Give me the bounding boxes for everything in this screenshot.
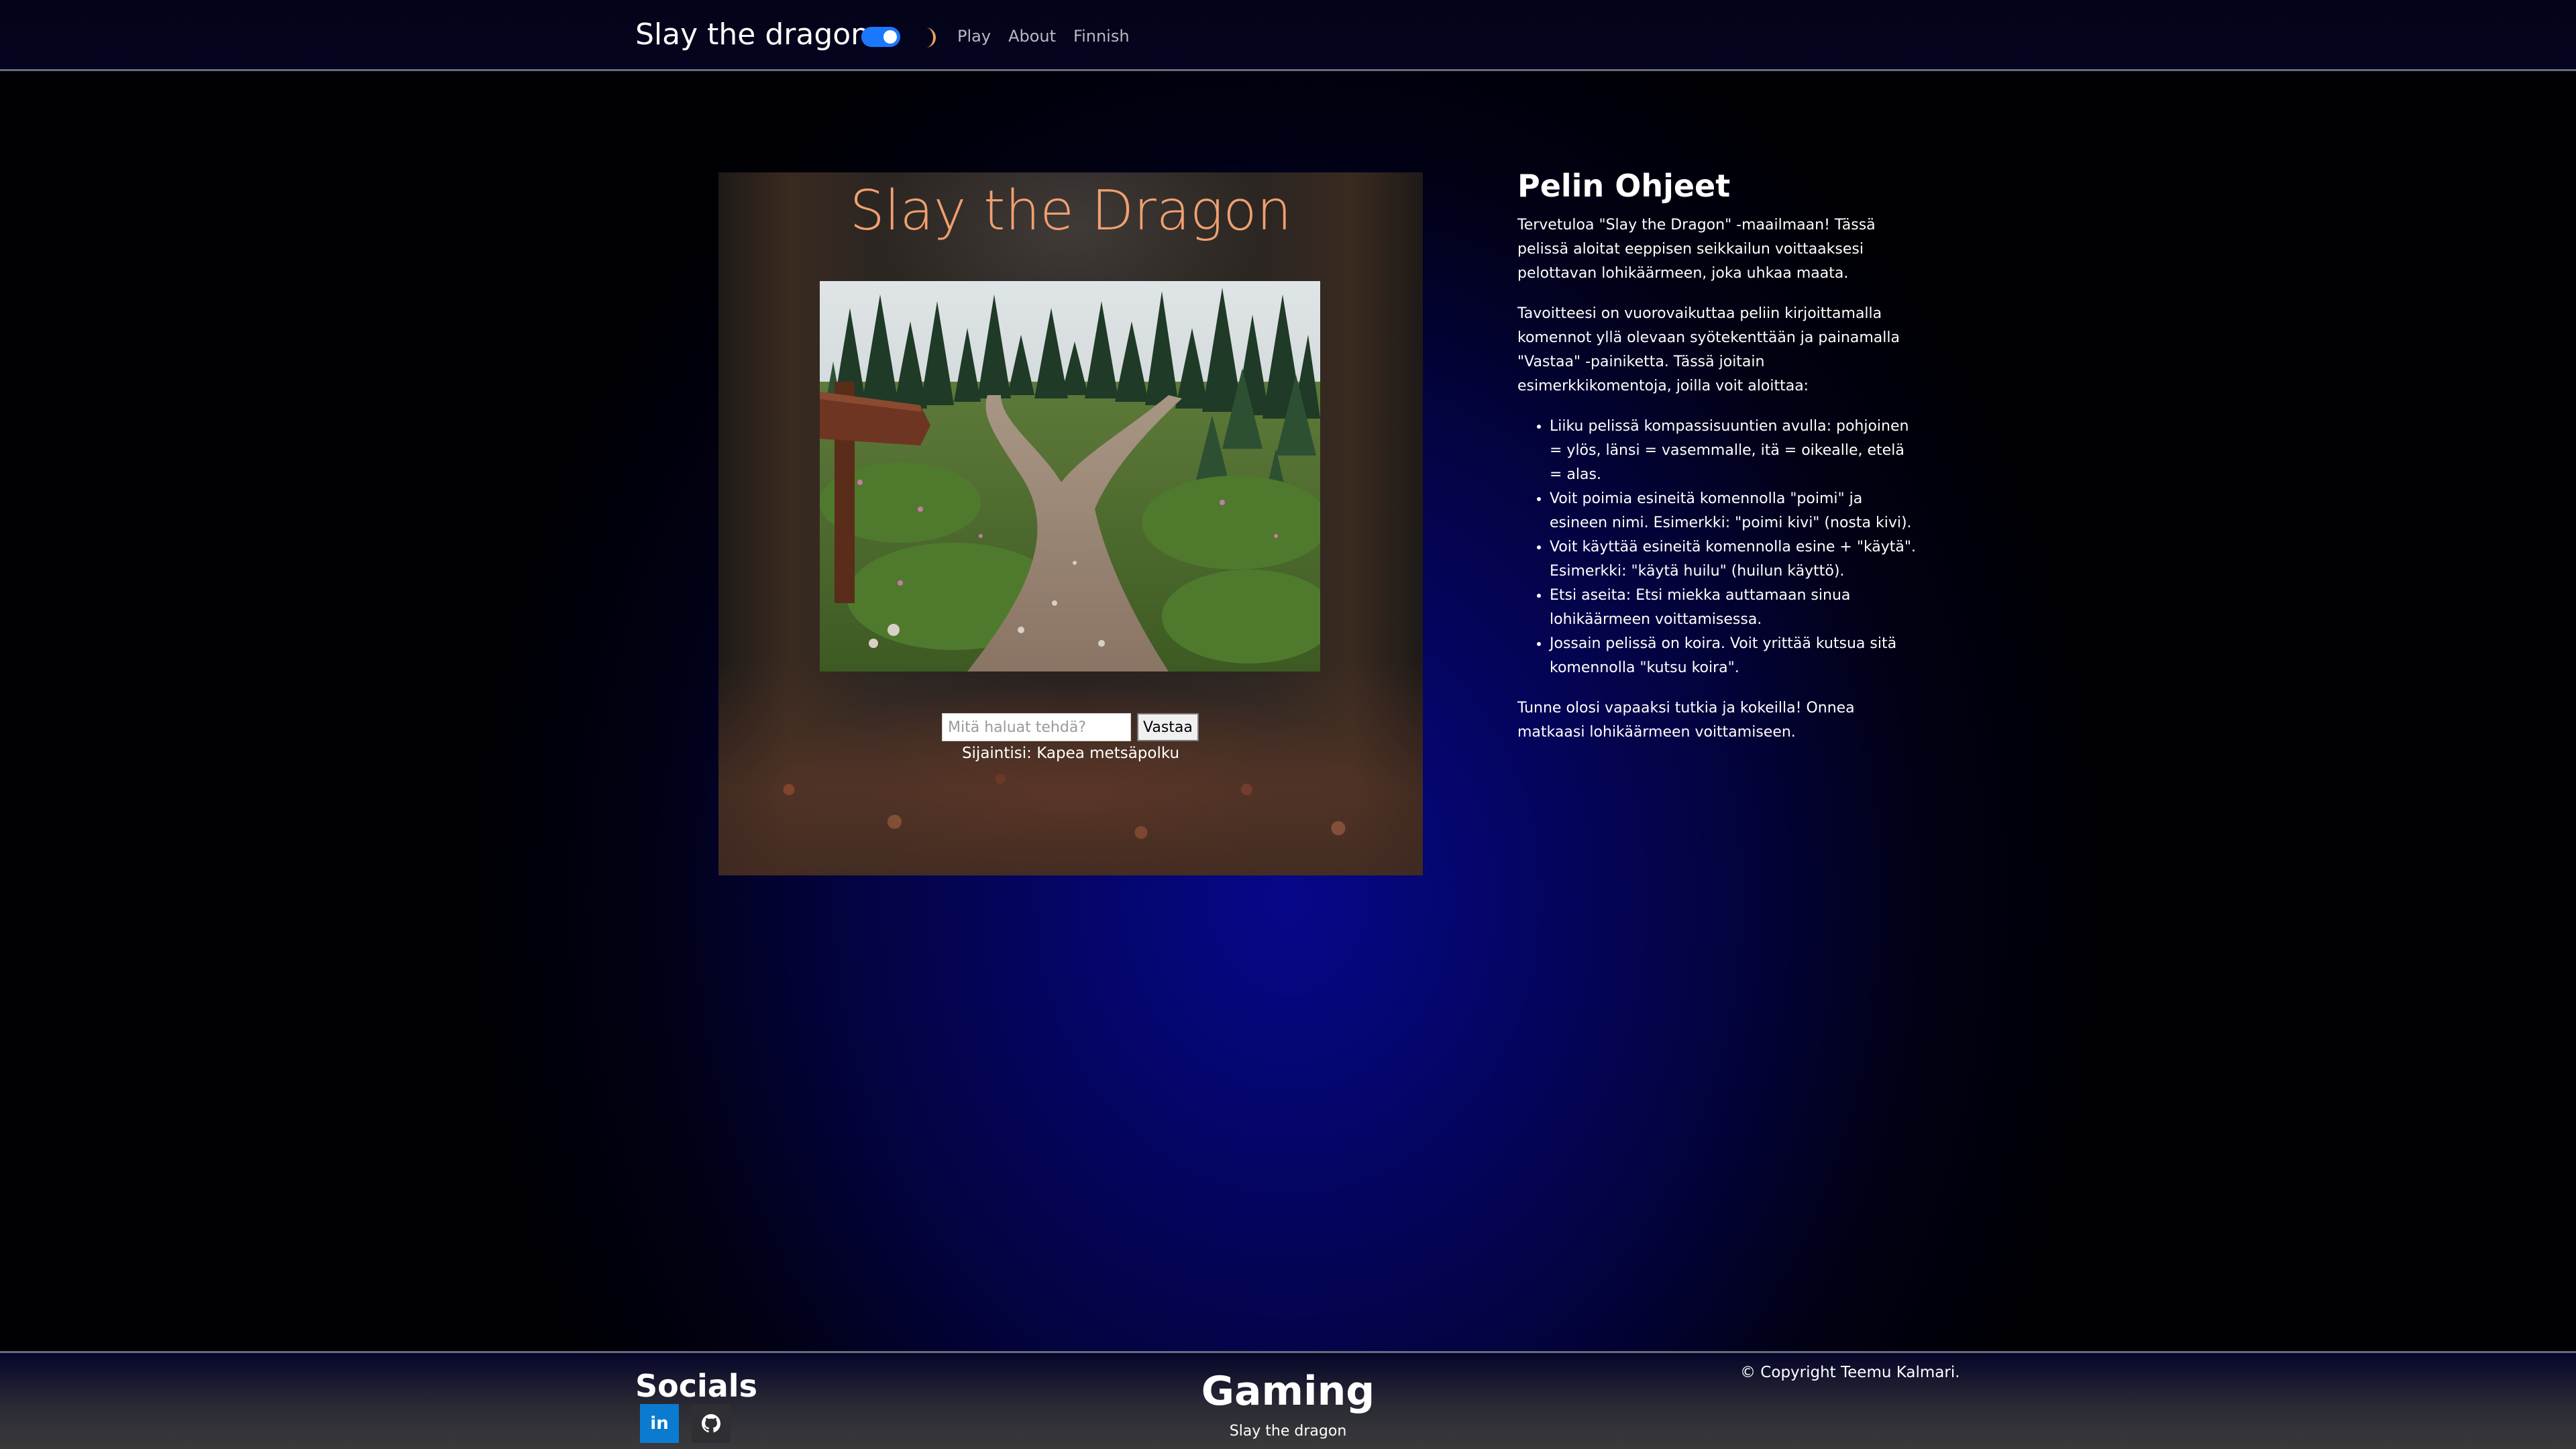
command-examples-list: Liiku pelissä kompassisuuntien avulla: p… (1517, 415, 1920, 680)
gaming-link[interactable]: Slay the dragon (0, 1423, 2576, 1440)
theme-toggle[interactable] (861, 27, 900, 47)
command-input[interactable] (942, 713, 1131, 741)
footer: Socials in Gaming Slay the dragon © Copy… (0, 1351, 2576, 1449)
list-item: Jossain pelissä on koira. Voit yrittää k… (1550, 632, 1920, 680)
moon-icon (916, 25, 941, 50)
list-item: Voit poimia esineitä komennolla "poimi" … (1550, 487, 1920, 535)
command-form: Vastaa (942, 713, 1199, 741)
toggle-knob (883, 30, 897, 44)
copyright-text: © Copyright Teemu Kalmari. (1740, 1364, 1960, 1381)
game-panel: Slay the Dragon Mitä haluat tehdä? Vasta… (718, 172, 1423, 875)
nav-link-about[interactable]: About (1008, 27, 1056, 46)
instructions-intro: Tervetuloa "Slay the Dragon" -maailmaan!… (1517, 217, 1876, 282)
list-item: Voit käyttää esineitä komennolla esine +… (1550, 535, 1920, 584)
instructions-panel: Pelin Ohjeet Tervetuloa "Slay the Dragon… (1517, 168, 1920, 761)
brand-title[interactable]: Slay the dragon (635, 17, 869, 52)
gaming-title: Gaming (1201, 1368, 1375, 1415)
nav-link-play[interactable]: Play (957, 27, 991, 46)
nav-link-language[interactable]: Finnish (1073, 27, 1130, 46)
navbar: Slay the dragon Play About Finnish (0, 0, 2576, 71)
list-item: Etsi aseita: Etsi miekka auttamaan sinua… (1550, 584, 1920, 632)
nav-links: Play About Finnish (957, 27, 1147, 46)
game-title: Slay the Dragon (849, 179, 1292, 243)
location-text: Sijaintisi: Kapea metsäpolku (961, 745, 1180, 762)
list-item: Liiku pelissä kompassisuuntien avulla: p… (1550, 415, 1920, 487)
instructions-outro: Tunne olosi vapaaksi tutkia ja kokeilla!… (1517, 700, 1855, 741)
instructions-goal: Tavoitteesi on vuorovaikuttaa peliin kir… (1517, 305, 1900, 394)
submit-button[interactable]: Vastaa (1137, 713, 1199, 741)
instructions-heading: Pelin Ohjeet (1517, 168, 1731, 204)
scene-image (820, 281, 1320, 672)
